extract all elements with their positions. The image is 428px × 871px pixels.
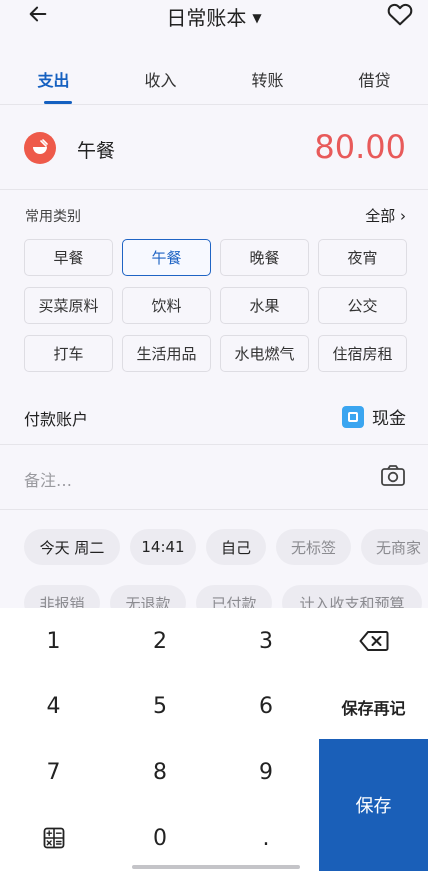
payment-account-value[interactable]: 现金 bbox=[342, 404, 406, 429]
key-8[interactable]: 8 bbox=[107, 739, 213, 805]
type-tabs: 支出 收入 转账 借贷 bbox=[0, 52, 428, 104]
category-chip-selected[interactable]: 午餐 bbox=[122, 239, 211, 276]
key-0[interactable]: 0 bbox=[107, 805, 213, 871]
caret-down-icon: ▼ bbox=[252, 11, 262, 25]
chevron-right-icon: › bbox=[400, 207, 406, 225]
category-chip[interactable]: 住宿房租 bbox=[318, 335, 407, 372]
tab-transfer[interactable]: 转账 bbox=[214, 52, 321, 104]
top-bar: 日常账本 ▼ bbox=[0, 0, 428, 32]
home-indicator bbox=[132, 865, 300, 869]
tab-label: 收入 bbox=[144, 71, 177, 90]
key-3[interactable]: 3 bbox=[213, 608, 319, 674]
category-chip[interactable]: 晚餐 bbox=[220, 239, 309, 276]
divider bbox=[0, 509, 428, 510]
divider bbox=[0, 189, 428, 190]
category-chips: 早餐 午餐 晚餐 夜宵 买菜原料 饮料 水果 公交 打车 生活用品 水电燃气 住… bbox=[24, 239, 409, 372]
category-chip[interactable]: 生活用品 bbox=[122, 335, 211, 372]
book-title: 日常账本 bbox=[166, 6, 247, 30]
category-name: 午餐 bbox=[77, 140, 116, 162]
tab-label: 借贷 bbox=[358, 71, 391, 90]
merchant-pill[interactable]: 无商家 bbox=[361, 529, 428, 565]
payment-account-label: 付款账户 bbox=[24, 410, 89, 429]
tab-label: 转账 bbox=[251, 71, 284, 90]
key-5[interactable]: 5 bbox=[107, 674, 213, 739]
key-1[interactable]: 1 bbox=[0, 608, 107, 674]
category-chip[interactable]: 水果 bbox=[220, 287, 309, 324]
category-chip[interactable]: 买菜原料 bbox=[24, 287, 113, 324]
account-name: 现金 bbox=[372, 409, 406, 429]
category-chip[interactable]: 夜宵 bbox=[318, 239, 407, 276]
number-keypad: 1 2 3 4 5 6 保存再记 7 8 9 0 . 保存 bbox=[0, 608, 428, 871]
calculator-icon[interactable] bbox=[0, 805, 107, 871]
category-chip[interactable]: 打车 bbox=[24, 335, 113, 372]
save-and-new-button[interactable]: 保存再记 bbox=[319, 674, 428, 739]
amount-row: 午餐 80.00 bbox=[0, 105, 428, 189]
all-label: 全部 bbox=[365, 207, 396, 225]
category-chip[interactable]: 水电燃气 bbox=[220, 335, 309, 372]
divider bbox=[0, 444, 428, 445]
member-pill[interactable]: 自己 bbox=[206, 529, 266, 565]
book-selector[interactable]: 日常账本 ▼ bbox=[0, 2, 428, 31]
key-6[interactable]: 6 bbox=[213, 674, 319, 739]
save-button[interactable]: 保存 bbox=[319, 739, 428, 871]
key-4[interactable]: 4 bbox=[0, 674, 107, 739]
time-pill[interactable]: 14:41 bbox=[130, 529, 196, 565]
note-input[interactable]: 备注… bbox=[24, 467, 72, 491]
amount-display[interactable]: 80.00 bbox=[314, 128, 406, 166]
heart-outline-icon[interactable] bbox=[386, 0, 414, 28]
bowl-icon[interactable] bbox=[24, 132, 56, 164]
category-chip[interactable]: 饮料 bbox=[122, 287, 211, 324]
category-chip[interactable]: 早餐 bbox=[24, 239, 113, 276]
key-7[interactable]: 7 bbox=[0, 739, 107, 805]
camera-icon[interactable] bbox=[380, 464, 406, 488]
tab-loan[interactable]: 借贷 bbox=[321, 52, 428, 104]
key-9[interactable]: 9 bbox=[213, 739, 319, 805]
backspace-icon[interactable] bbox=[319, 608, 428, 674]
tag-pill[interactable]: 无标签 bbox=[276, 529, 351, 565]
all-categories-link[interactable]: 全部 › bbox=[365, 205, 406, 226]
tab-income[interactable]: 收入 bbox=[107, 52, 214, 104]
tab-label: 支出 bbox=[37, 71, 70, 90]
tab-expense[interactable]: 支出 bbox=[0, 52, 107, 104]
common-categories-label: 常用类别 bbox=[25, 209, 81, 225]
wallet-icon bbox=[342, 405, 364, 428]
category-chip[interactable]: 公交 bbox=[318, 287, 407, 324]
payment-account-row[interactable]: 付款账户 现金 bbox=[0, 390, 428, 444]
key-2[interactable]: 2 bbox=[107, 608, 213, 674]
date-pill[interactable]: 今天 周二 bbox=[24, 529, 120, 565]
key-decimal[interactable]: . bbox=[213, 805, 319, 871]
